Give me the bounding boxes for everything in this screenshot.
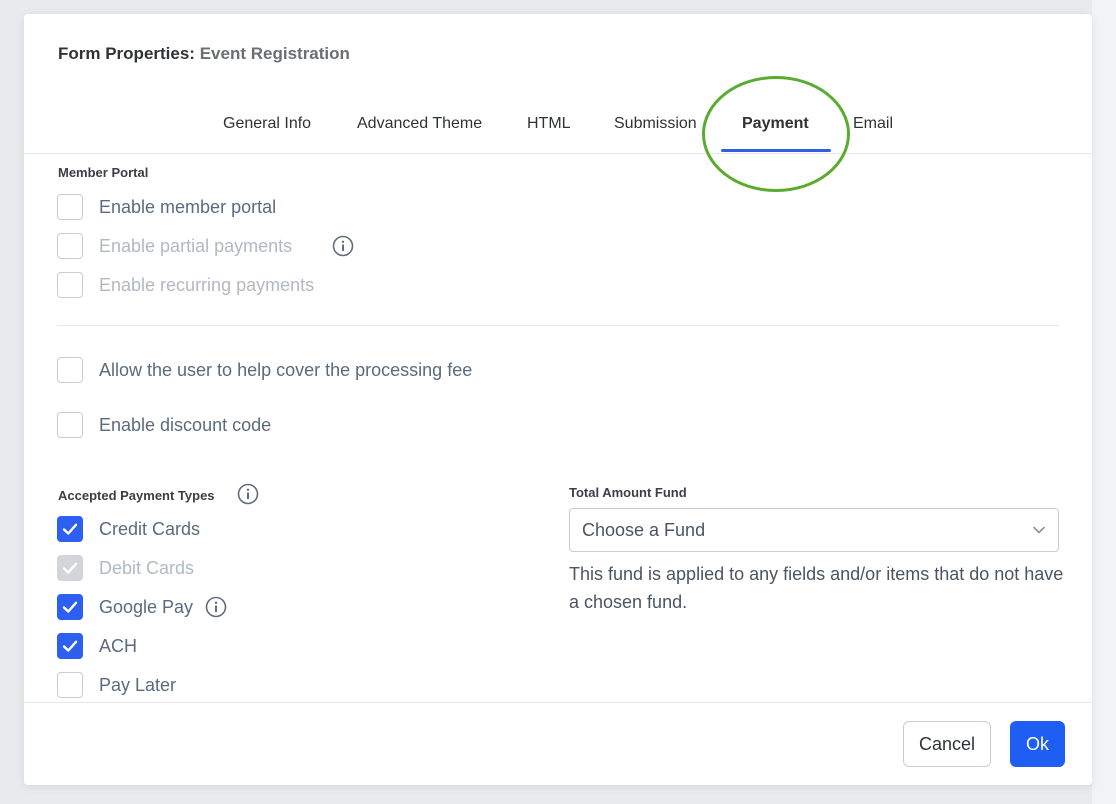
fund-select-value: Choose a Fund [582,519,706,540]
section-divider [57,325,1059,326]
accepted-payment-types-header: Accepted Payment Types [58,483,259,505]
cover-processing-fee-checkbox[interactable] [57,357,83,383]
member-portal-label: Member Portal [58,165,149,180]
discount-code-option[interactable]: Enable discount code [57,411,271,439]
ach-option[interactable]: ACH [57,632,137,660]
enable-recurring-payments-checkbox[interactable] [57,272,83,298]
pay-later-option[interactable]: Pay Later [57,671,176,699]
chevron-down-icon [1033,526,1045,534]
discount-code-label: Enable discount code [99,414,272,435]
cover-processing-fee-option[interactable]: Allow the user to help cover the process… [57,356,472,384]
ach-checkbox[interactable] [57,633,83,659]
tab-advanced-theme[interactable]: Advanced Theme [357,115,482,133]
total-amount-fund-label: Total Amount Fund [569,485,687,500]
enable-member-portal-checkbox[interactable] [57,194,83,220]
info-icon[interactable] [205,596,227,618]
checkmark-icon [62,523,78,535]
ach-label: ACH [99,635,138,656]
credit-cards-option[interactable]: Credit Cards [57,515,200,543]
pay-later-label: Pay Later [99,674,177,695]
background-page-edge [1092,0,1116,804]
discount-code-checkbox[interactable] [57,412,83,438]
fund-help-text: This fund is applied to any fields and/o… [569,564,1064,612]
credit-cards-label: Credit Cards [99,518,201,539]
checkmark-icon [62,601,78,613]
form-properties-modal: Form Properties: Event Registration Gene… [24,14,1092,785]
highlight-circle-annotation [702,76,850,192]
enable-recurring-payments-option[interactable]: Enable recurring payments [57,271,314,299]
cancel-button[interactable]: Cancel [903,721,991,767]
info-icon[interactable] [332,235,354,257]
modal-title-prefix: Form Properties: [58,44,195,63]
checkmark-icon [62,562,78,574]
ok-button[interactable]: Ok [1010,721,1065,767]
cover-processing-fee-label: Allow the user to help cover the process… [99,359,473,380]
google-pay-label: Google Pay [99,596,194,617]
enable-partial-payments-checkbox[interactable] [57,233,83,259]
enable-recurring-payments-label: Enable recurring payments [99,274,315,295]
tab-submission[interactable]: Submission [614,115,697,133]
enable-partial-payments-label: Enable partial payments [99,235,293,256]
google-pay-checkbox[interactable] [57,594,83,620]
debit-cards-checkbox[interactable] [57,555,83,581]
google-pay-option[interactable]: Google Pay [57,593,227,621]
accepted-payment-types-label: Accepted Payment Types [58,487,215,503]
tab-general-info[interactable]: General Info [223,115,311,133]
info-icon[interactable] [237,483,259,505]
enable-member-portal-label: Enable member portal [99,196,277,217]
credit-cards-checkbox[interactable] [57,516,83,542]
modal-title: Form Properties: Event Registration [58,44,350,64]
debit-cards-label: Debit Cards [99,557,195,578]
enable-partial-payments-option[interactable]: Enable partial payments [57,232,354,260]
tab-html[interactable]: HTML [527,115,571,133]
modal-title-form-name: Event Registration [199,44,350,63]
debit-cards-option[interactable]: Debit Cards [57,554,194,582]
pay-later-checkbox[interactable] [57,672,83,698]
fund-select[interactable]: Choose a Fund [569,508,1059,552]
tab-email[interactable]: Email [853,115,893,133]
enable-member-portal-option[interactable]: Enable member portal [57,193,276,221]
checkmark-icon [62,640,78,652]
